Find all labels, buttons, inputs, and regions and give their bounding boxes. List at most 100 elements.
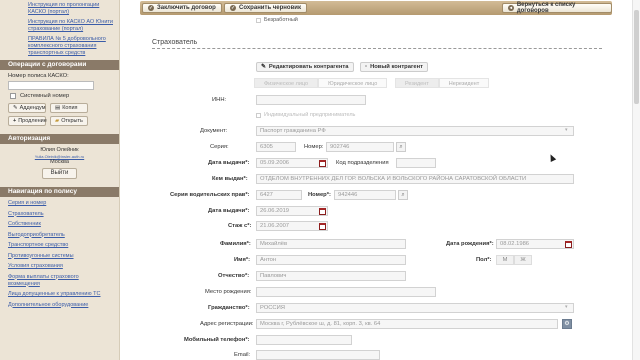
number-input[interactable]: 902746: [326, 142, 394, 152]
document-label: Документ:: [200, 128, 228, 134]
edit-contractor-button[interactable]: ✎ Редактировать контрагента: [256, 62, 354, 72]
left-sidebar: Инструкция по пролонгации КАСКО (портал)…: [0, 0, 120, 360]
tab-individual[interactable]: Физическое лицо: [254, 78, 319, 88]
copy-icon: ▤: [55, 105, 61, 111]
scroll-thumb[interactable]: [634, 10, 639, 104]
extend-label: Продление: [18, 118, 47, 124]
copy-button[interactable]: ▤ Копия: [50, 103, 88, 113]
nav-item-insurance-terms[interactable]: Условия страхования: [8, 263, 111, 270]
mobile-phone-input[interactable]: [256, 335, 352, 345]
series-label: Серия:: [210, 144, 229, 150]
birthplace-input[interactable]: [256, 287, 436, 297]
calendar-icon[interactable]: [319, 223, 326, 230]
surname-label: Фамилия*:: [220, 241, 251, 247]
nav-item-series-number[interactable]: Серия и номер: [8, 200, 111, 207]
gender-female-option[interactable]: Ж: [514, 255, 532, 265]
section-title: Страхователь: [152, 39, 198, 46]
copy-label: Копия: [62, 105, 78, 111]
nav-item-anti-theft[interactable]: Противоугонные системы: [8, 253, 111, 260]
division-code-label: Код подразделения: [336, 160, 389, 166]
document-select[interactable]: Паспорт гражданина РФ: [256, 126, 574, 136]
addendum-button[interactable]: ✎ Аддендум: [8, 103, 46, 113]
user-name: Юлия Олейник: [40, 147, 79, 153]
search-icon[interactable]: ⌕: [398, 190, 408, 200]
link-rules-5[interactable]: ПРАВИЛА № 5 добровольного комплексного с…: [28, 36, 113, 57]
open-label: Открыть: [61, 118, 83, 124]
nav-item-payout-form[interactable]: Форма выплаты страхового возмещения: [8, 274, 111, 288]
license-series-label: Серия водительских прав*:: [170, 192, 250, 198]
experience-label: Стаж с*:: [228, 223, 252, 229]
division-code-input[interactable]: [396, 158, 436, 168]
new-contractor-label: Новый контрагент: [370, 64, 423, 70]
citizenship-label: Гражданство*:: [208, 305, 250, 311]
calendar-icon[interactable]: [565, 241, 572, 248]
license-date-input[interactable]: 26.06.2019: [256, 206, 328, 216]
patronymic-label: Отчество*:: [218, 273, 250, 279]
calendar-icon[interactable]: [319, 160, 326, 167]
nav-item-owner[interactable]: Собственник: [8, 221, 111, 228]
citizenship-select[interactable]: РОССИЯ: [256, 303, 574, 313]
birthdate-input[interactable]: 08.02.1986: [496, 239, 574, 249]
nav-item-policyholder[interactable]: Страхователь: [8, 211, 111, 218]
link-kasko-unity[interactable]: Инструкция по КАСКО АО Юнити страхование…: [28, 19, 113, 33]
name-label: Имя*:: [234, 257, 251, 263]
chevron-down-icon[interactable]: ▾: [565, 304, 568, 310]
tab-nonresident[interactable]: Нерезидент: [438, 78, 490, 88]
checkbox-box[interactable]: [256, 112, 261, 118]
checkbox-box[interactable]: [10, 93, 16, 99]
unemployed-checkbox[interactable]: Безработный: [256, 17, 298, 23]
ops-panel-title: Операции с договорами: [0, 60, 119, 70]
system-number-checkbox[interactable]: Системный номер: [10, 93, 111, 99]
patronymic-input[interactable]: Павлович: [256, 271, 406, 281]
nav-panel-title: Навигация по полису: [0, 187, 119, 197]
nav-item-beneficiary[interactable]: Выгодоприобретатель: [8, 232, 111, 239]
edit-contractor-label: Редактировать контрагента: [268, 64, 349, 70]
issue-date-label: Дата выдачи*:: [208, 160, 250, 166]
policy-nav: Серия и номер Страхователь Собственник В…: [0, 197, 119, 315]
inn-label: ИНН:: [212, 97, 227, 103]
experience-input[interactable]: 21.06.2007: [256, 221, 328, 231]
address-input[interactable]: Москва г, Рублёвское ш, д. 81, корп. 3, …: [256, 319, 558, 329]
nav-item-drivers[interactable]: Лица допущенные к управлению ТС: [8, 291, 111, 298]
entrepreneur-label: Индивидуальный предприниматель: [264, 112, 356, 118]
checkbox-box[interactable]: [256, 17, 261, 23]
instruction-links: Инструкция по пролонгации КАСКО (портал)…: [0, 0, 119, 57]
issue-date-input[interactable]: 05.09.2006: [256, 158, 328, 168]
new-contractor-button[interactable]: ▫ Новый контрагент: [360, 62, 428, 72]
calendar-icon[interactable]: [319, 208, 326, 215]
user-city: Москва: [50, 159, 69, 165]
edit-address-icon[interactable]: ⚙: [562, 319, 572, 329]
email-label: Email:: [234, 352, 251, 358]
ops-panel: Номер полиса КАСКО: Системный номер ✎ Ад…: [0, 70, 119, 132]
folder-icon: ▰: [55, 118, 60, 124]
nav-item-vehicle[interactable]: Транспортное средство: [8, 242, 111, 249]
nav-item-equipment[interactable]: Дополнительное оборудование: [8, 302, 111, 309]
inn-input[interactable]: [256, 95, 366, 105]
search-icon[interactable]: ⌕: [396, 142, 406, 152]
issued-by-input[interactable]: ОТДЕЛОМ ВНУТРЕННИХ ДЕЛ ГОР. ВОЛЬСКА И ВО…: [256, 174, 574, 184]
tab-legal-entity[interactable]: Юридическое лицо: [318, 78, 388, 88]
license-number-input[interactable]: 942446: [334, 190, 396, 200]
pencil-icon: ✎: [13, 105, 18, 111]
surname-input[interactable]: Михайлёв: [256, 239, 406, 249]
series-input[interactable]: 6305: [256, 142, 296, 152]
logout-button[interactable]: Выйти: [41, 168, 78, 179]
email-input[interactable]: [256, 350, 380, 360]
name-input[interactable]: Антон: [256, 255, 406, 265]
chevron-down-icon[interactable]: ▾: [565, 127, 568, 133]
license-series-input[interactable]: 6427: [256, 190, 302, 200]
entrepreneur-checkbox[interactable]: Индивидуальный предприниматель: [256, 112, 355, 118]
page-scrollbar[interactable]: [632, 0, 640, 360]
policy-number-input[interactable]: [8, 81, 94, 90]
open-button[interactable]: ▰ Открыть: [50, 116, 88, 126]
section-divider: [152, 48, 602, 49]
auth-panel-title: Авторизация: [0, 134, 119, 144]
gender-toggle: М Ж: [496, 255, 532, 265]
link-kasko-prolongation[interactable]: Инструкция по пролонгации КАСКО (портал): [28, 2, 113, 16]
document-icon: ▫: [365, 64, 368, 70]
extend-button[interactable]: + Продление: [8, 116, 47, 126]
gender-male-option[interactable]: М: [496, 255, 514, 265]
license-number-label: Номер*:: [308, 192, 331, 198]
unemployed-label: Безработный: [264, 17, 298, 23]
tab-resident[interactable]: Резидент: [395, 78, 439, 88]
